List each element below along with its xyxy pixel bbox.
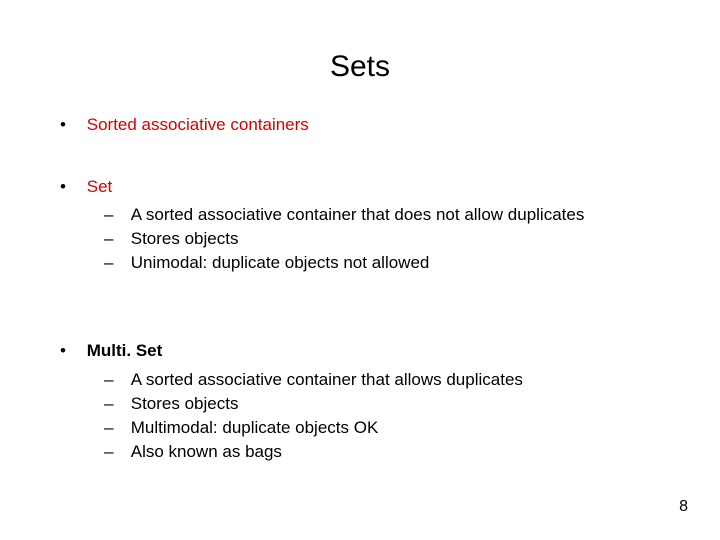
sub-bullet: – A sorted associative container that al… <box>104 369 680 391</box>
bullet-multiset: • Multi. Set <box>60 340 680 362</box>
sub-bullet-text: A sorted associative container that does… <box>131 204 585 226</box>
spacer <box>40 276 680 340</box>
bullet-sorted-associative: • Sorted associative containers <box>60 114 680 136</box>
sub-bullet-text: A sorted associative container that allo… <box>131 369 523 391</box>
sub-bullet: – Unimodal: duplicate objects not allowe… <box>104 252 680 274</box>
sub-bullet: – A sorted associative container that do… <box>104 204 680 226</box>
slide: Sets • Sorted associative containers • S… <box>0 0 720 540</box>
sub-bullet-text: Stores objects <box>131 393 239 415</box>
sub-bullet: – Stores objects <box>104 228 680 250</box>
dash-icon: – <box>104 204 126 226</box>
bullet-label: Multi. Set <box>87 340 163 362</box>
sub-bullet-text: Multimodal: duplicate objects OK <box>131 417 379 439</box>
dash-icon: – <box>104 252 126 274</box>
sub-bullet: – Stores objects <box>104 393 680 415</box>
dash-icon: – <box>104 369 126 391</box>
bullet-label: Set <box>87 176 113 198</box>
bullet-dot-icon: • <box>60 340 82 362</box>
dash-icon: – <box>104 228 126 250</box>
sub-bullet: – Also known as bags <box>104 441 680 463</box>
sub-bullet: – Multimodal: duplicate objects OK <box>104 417 680 439</box>
dash-icon: – <box>104 441 126 463</box>
bullet-set: • Set <box>60 176 680 198</box>
slide-content: • Sorted associative containers • Set – … <box>40 114 680 463</box>
spacer <box>40 142 680 176</box>
bullet-label: Sorted associative containers <box>87 114 309 136</box>
bullet-dot-icon: • <box>60 114 82 136</box>
page-number: 8 <box>679 498 688 516</box>
sub-bullet-text: Stores objects <box>131 228 239 250</box>
dash-icon: – <box>104 417 126 439</box>
sub-bullet-text: Also known as bags <box>131 441 282 463</box>
bullet-dot-icon: • <box>60 176 82 198</box>
sub-bullet-text: Unimodal: duplicate objects not allowed <box>131 252 430 274</box>
dash-icon: – <box>104 393 126 415</box>
slide-title: Sets <box>40 50 680 84</box>
